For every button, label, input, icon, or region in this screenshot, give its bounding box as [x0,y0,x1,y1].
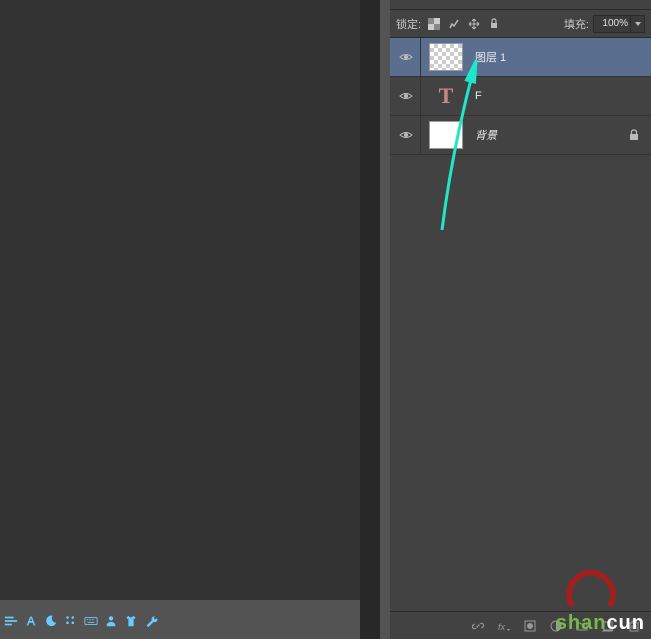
group-icon[interactable] [571,615,593,637]
layer-name[interactable]: 图层 1 [475,49,506,65]
layer-row[interactable]: 背景 [390,116,651,155]
fill-label: 填充: [564,16,589,32]
layer-name[interactable]: F [475,90,482,102]
dots-icon[interactable] [62,612,80,630]
person-icon[interactable] [102,612,120,630]
layer-row[interactable]: 图层 1 [390,38,651,77]
lock-brush-icon[interactable] [445,15,463,33]
type-icon[interactable] [22,612,40,630]
fill-dropdown[interactable] [631,15,645,33]
visibility-toggle[interactable] [392,130,420,140]
layer-thumbnail[interactable] [421,121,471,149]
lock-transparent-icon[interactable] [425,15,443,33]
visibility-toggle[interactable] [392,52,420,62]
fx-icon[interactable]: fx [493,615,515,637]
lock-all-icon[interactable] [485,15,503,33]
delete-layer-icon[interactable] [623,615,645,637]
visibility-toggle[interactable] [392,91,420,101]
svg-text:fx: fx [498,622,506,632]
options-bar [0,610,360,631]
panel-header [390,0,651,10]
wrench-icon[interactable] [142,612,160,630]
align-icon[interactable] [2,612,20,630]
layer-lock-icon [629,129,639,141]
layers-panel: 锁定: 填充: 100% 图层 1 TF 背景 fx [390,0,651,639]
panel-footer: fx [390,611,651,639]
moon-icon[interactable] [42,612,60,630]
layer-thumbnail[interactable]: T [421,82,471,110]
shirt-icon[interactable] [122,612,140,630]
lock-move-icon[interactable] [465,15,483,33]
adjustment-icon[interactable] [545,615,567,637]
layers-list: 图层 1 TF 背景 [390,38,651,611]
link-layers-icon[interactable] [467,615,489,637]
new-layer-icon[interactable] [597,615,619,637]
layer-row[interactable]: TF [390,77,651,116]
lock-row: 锁定: 填充: 100% [390,10,651,38]
layer-name[interactable]: 背景 [475,127,497,143]
lock-icons [425,15,503,33]
mask-icon[interactable] [519,615,541,637]
keyboard-icon[interactable] [82,612,100,630]
lock-label: 锁定: [396,16,421,32]
canvas-area[interactable] [0,0,360,600]
gap-strip [360,0,390,639]
layer-thumbnail[interactable] [421,43,471,71]
fill-value[interactable]: 100% [593,15,631,33]
